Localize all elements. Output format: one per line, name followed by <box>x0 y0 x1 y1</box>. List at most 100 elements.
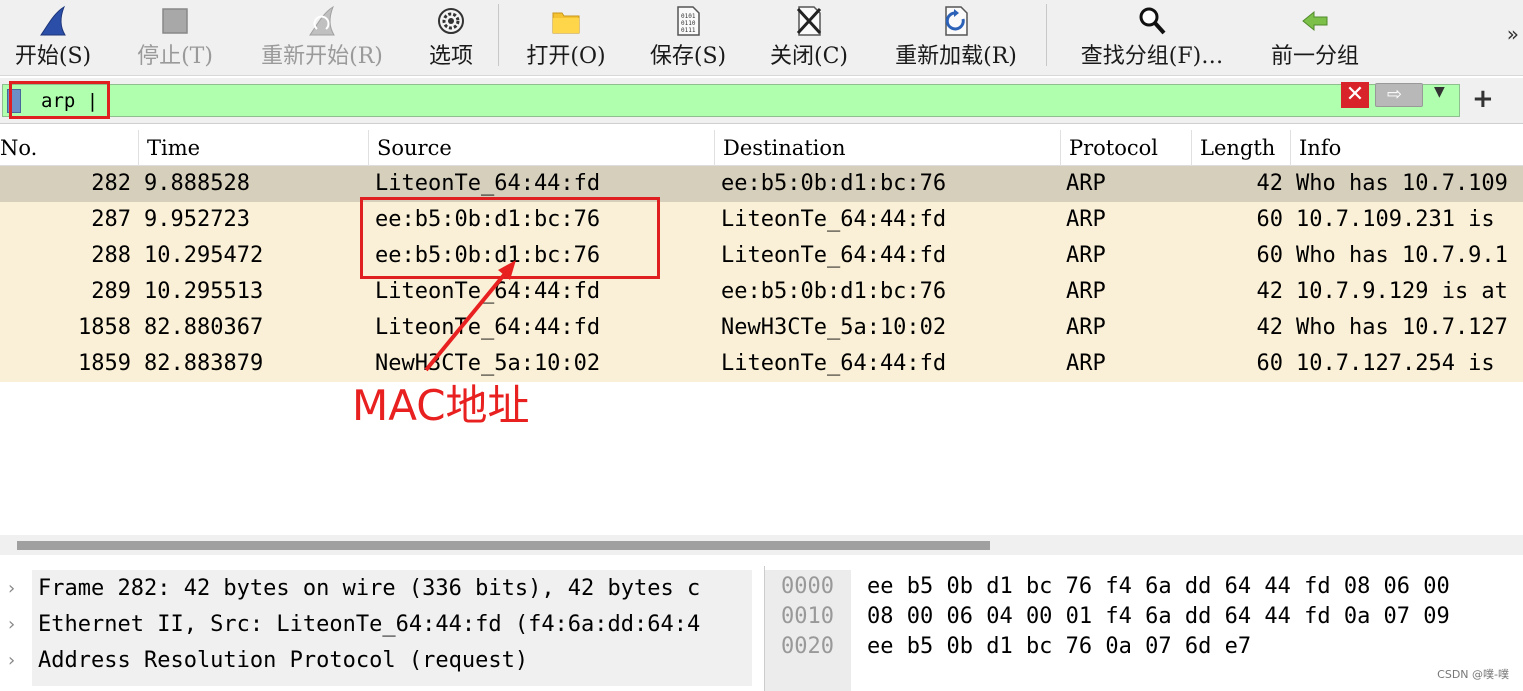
cell-length: 60 <box>1256 351 1284 376</box>
cell-length: 60 <box>1256 243 1284 268</box>
add-filter-button[interactable]: + <box>1472 84 1494 114</box>
cell-time: 10.295513 <box>144 279 264 304</box>
byte-offset: 0000 <box>781 574 834 599</box>
column-header-protocol[interactable]: Protocol <box>1060 130 1191 166</box>
column-header-source[interactable]: Source <box>368 130 714 166</box>
expand-arrow-icon[interactable]: › <box>6 607 17 643</box>
cell-info: 10.7.109.231 is <box>1296 207 1495 232</box>
cell-destination: LiteonTe_64:44:fd <box>721 351 947 376</box>
stop-capture-button[interactable]: 停止(T) <box>120 0 230 76</box>
cell-info: 10.7.9.129 is at <box>1296 279 1508 304</box>
cell-length: 60 <box>1256 207 1284 232</box>
column-header-length[interactable]: Length <box>1191 130 1290 166</box>
cell-length: 42 <box>1256 315 1284 340</box>
cell-protocol: ARP <box>1066 351 1106 376</box>
packet-list-header: No. Time Source Destination Protocol Len… <box>0 130 1523 166</box>
detail-arp[interactable]: › Address Resolution Protocol (request) <box>0 643 752 679</box>
annotation-arrow <box>424 260 516 372</box>
start-capture-button[interactable]: 开始(S) <box>0 0 106 76</box>
packet-details-pane: › Frame 282: 42 bytes on wire (336 bits)… <box>0 566 752 691</box>
cell-protocol: ARP <box>1066 171 1106 196</box>
cell-length: 42 <box>1256 171 1284 196</box>
right-arrow-icon: ⇨ <box>1387 84 1403 105</box>
find-packet-button[interactable]: 查找分组(F)… <box>1064 0 1240 76</box>
detail-ethernet[interactable]: › Ethernet II, Src: LiteonTe_64:44:fd (f… <box>0 607 752 643</box>
folder-icon <box>552 12 580 34</box>
packet-row[interactable]: 288 10.295472 ee:b5:0b:d1:bc:76 LiteonTe_64… <box>0 238 1523 274</box>
svg-text:0111: 0111 <box>681 27 696 34</box>
cell-info: Who has 10.7.9.1 <box>1296 243 1508 268</box>
cell-destination: ee:b5:0b:d1:bc:76 <box>721 171 947 196</box>
cell-destination: NewH3CTe_5a:10:02 <box>721 315 947 340</box>
packet-row[interactable]: 1858 82.880367 LiteonTe_64:44:fd NewH3CTe_5… <box>0 310 1523 346</box>
svg-text:0110: 0110 <box>681 20 696 27</box>
packet-row[interactable]: 1859 82.883879 NewH3CTe_5a:10:02 LiteonTe_6… <box>0 346 1523 382</box>
cell-destination: ee:b5:0b:d1:bc:76 <box>721 279 947 304</box>
cell-info: Who has 10.7.109 <box>1296 171 1508 196</box>
cell-info: Who has 10.7.127 <box>1296 315 1508 340</box>
shark-fin-icon <box>40 5 66 36</box>
toolbar-separator <box>498 4 499 66</box>
cell-time: 82.880367 <box>144 315 264 340</box>
hex-bytes[interactable]: 08 00 06 04 00 01 f4 6a dd 64 44 fd 0a 0… <box>867 602 1450 632</box>
clear-filter-button[interactable]: ✕ <box>1341 82 1369 108</box>
restart-capture-button[interactable]: 重新开始(R) <box>252 0 392 76</box>
byte-offset: 0020 <box>781 634 834 659</box>
watermark: CSDN @噗-噗 <box>1437 668 1509 681</box>
cell-protocol: ARP <box>1066 207 1106 232</box>
save-file-button[interactable]: 0101 0110 0111 保存(S) <box>636 0 740 76</box>
filter-history-dropdown[interactable]: ▼ <box>1434 84 1445 100</box>
cell-protocol: ARP <box>1066 315 1106 340</box>
svg-text:0101: 0101 <box>681 13 696 20</box>
mac-address-annotation: MAC地址 <box>352 381 530 430</box>
cell-destination: LiteonTe_64:44:fd <box>721 207 947 232</box>
cell-protocol: ARP <box>1066 279 1106 304</box>
packet-bytes-pane: 0000 ee b5 0b d1 bc 76 f4 6a dd 64 44 fd… <box>764 566 1523 691</box>
cell-time: 9.952723 <box>144 207 250 232</box>
expand-arrow-icon[interactable]: › <box>6 643 17 679</box>
cell-no: 288 <box>91 243 131 268</box>
horizontal-scrollbar[interactable] <box>0 535 1523 555</box>
cell-time: 82.883879 <box>144 351 264 376</box>
column-header-time[interactable]: Time <box>138 130 368 166</box>
display-filter-input[interactable]: arp | <box>2 84 1460 117</box>
close-file-button[interactable]: 关闭(C) <box>756 0 862 76</box>
column-header-no[interactable]: No. <box>0 130 138 166</box>
toolbar-overflow-button[interactable]: » <box>1507 22 1519 46</box>
cell-no: 289 <box>91 279 131 304</box>
cell-protocol: ARP <box>1066 243 1106 268</box>
display-filter-bar: arp | ✕ ⇨ ▼ + <box>0 78 1523 124</box>
cell-no: 287 <box>91 207 131 232</box>
close-file-icon <box>796 6 822 36</box>
reload-file-button[interactable]: 重新加载(R) <box>884 0 1028 76</box>
cell-info: 10.7.127.254 is <box>1296 351 1495 376</box>
packet-row[interactable]: 282 9.888528 LiteonTe_64:44:fd ee:b5:0b:d1:… <box>0 166 1523 202</box>
save-file-icon: 0101 0110 0111 <box>677 6 700 36</box>
cell-no: 1858 <box>78 315 131 340</box>
gear-icon <box>438 8 464 34</box>
cell-no: 1859 <box>78 351 131 376</box>
scrollbar-thumb[interactable] <box>17 541 990 550</box>
expand-arrow-icon[interactable]: › <box>6 571 17 607</box>
column-header-info[interactable]: Info <box>1290 130 1523 166</box>
cell-time: 10.295472 <box>144 243 264 268</box>
packet-row[interactable]: 287 9.952723 ee:b5:0b:d1:bc:76 LiteonTe_64:… <box>0 202 1523 238</box>
apply-filter-button[interactable]: ⇨ <box>1375 83 1423 107</box>
capture-options-button[interactable]: 选项 <box>414 0 488 76</box>
cell-destination: LiteonTe_64:44:fd <box>721 243 947 268</box>
cell-length: 42 <box>1256 279 1284 304</box>
cell-time: 9.888528 <box>144 171 250 196</box>
stop-square-icon <box>162 8 188 34</box>
open-file-button[interactable]: 打开(O) <box>512 0 620 76</box>
packet-row[interactable]: 289 10.295513 LiteonTe_64:44:fd ee:b5:0b:d1… <box>0 274 1523 310</box>
filter-highlight-box <box>9 81 110 119</box>
column-header-destination[interactable]: Destination <box>714 130 1060 166</box>
detail-frame[interactable]: › Frame 282: 42 bytes on wire (336 bits)… <box>0 571 752 607</box>
restart-fin-icon <box>309 5 335 36</box>
byte-offset: 0010 <box>781 604 834 629</box>
hex-bytes[interactable]: ee b5 0b d1 bc 76 0a 07 6d e7 <box>867 632 1251 662</box>
hex-bytes[interactable]: ee b5 0b d1 bc 76 f4 6a dd 64 44 fd 08 0… <box>867 572 1450 602</box>
cell-no: 282 <box>91 171 131 196</box>
packet-list: No. Time Source Destination Protocol Len… <box>0 130 1523 535</box>
previous-packet-button[interactable]: 前一分组 <box>1256 0 1374 76</box>
